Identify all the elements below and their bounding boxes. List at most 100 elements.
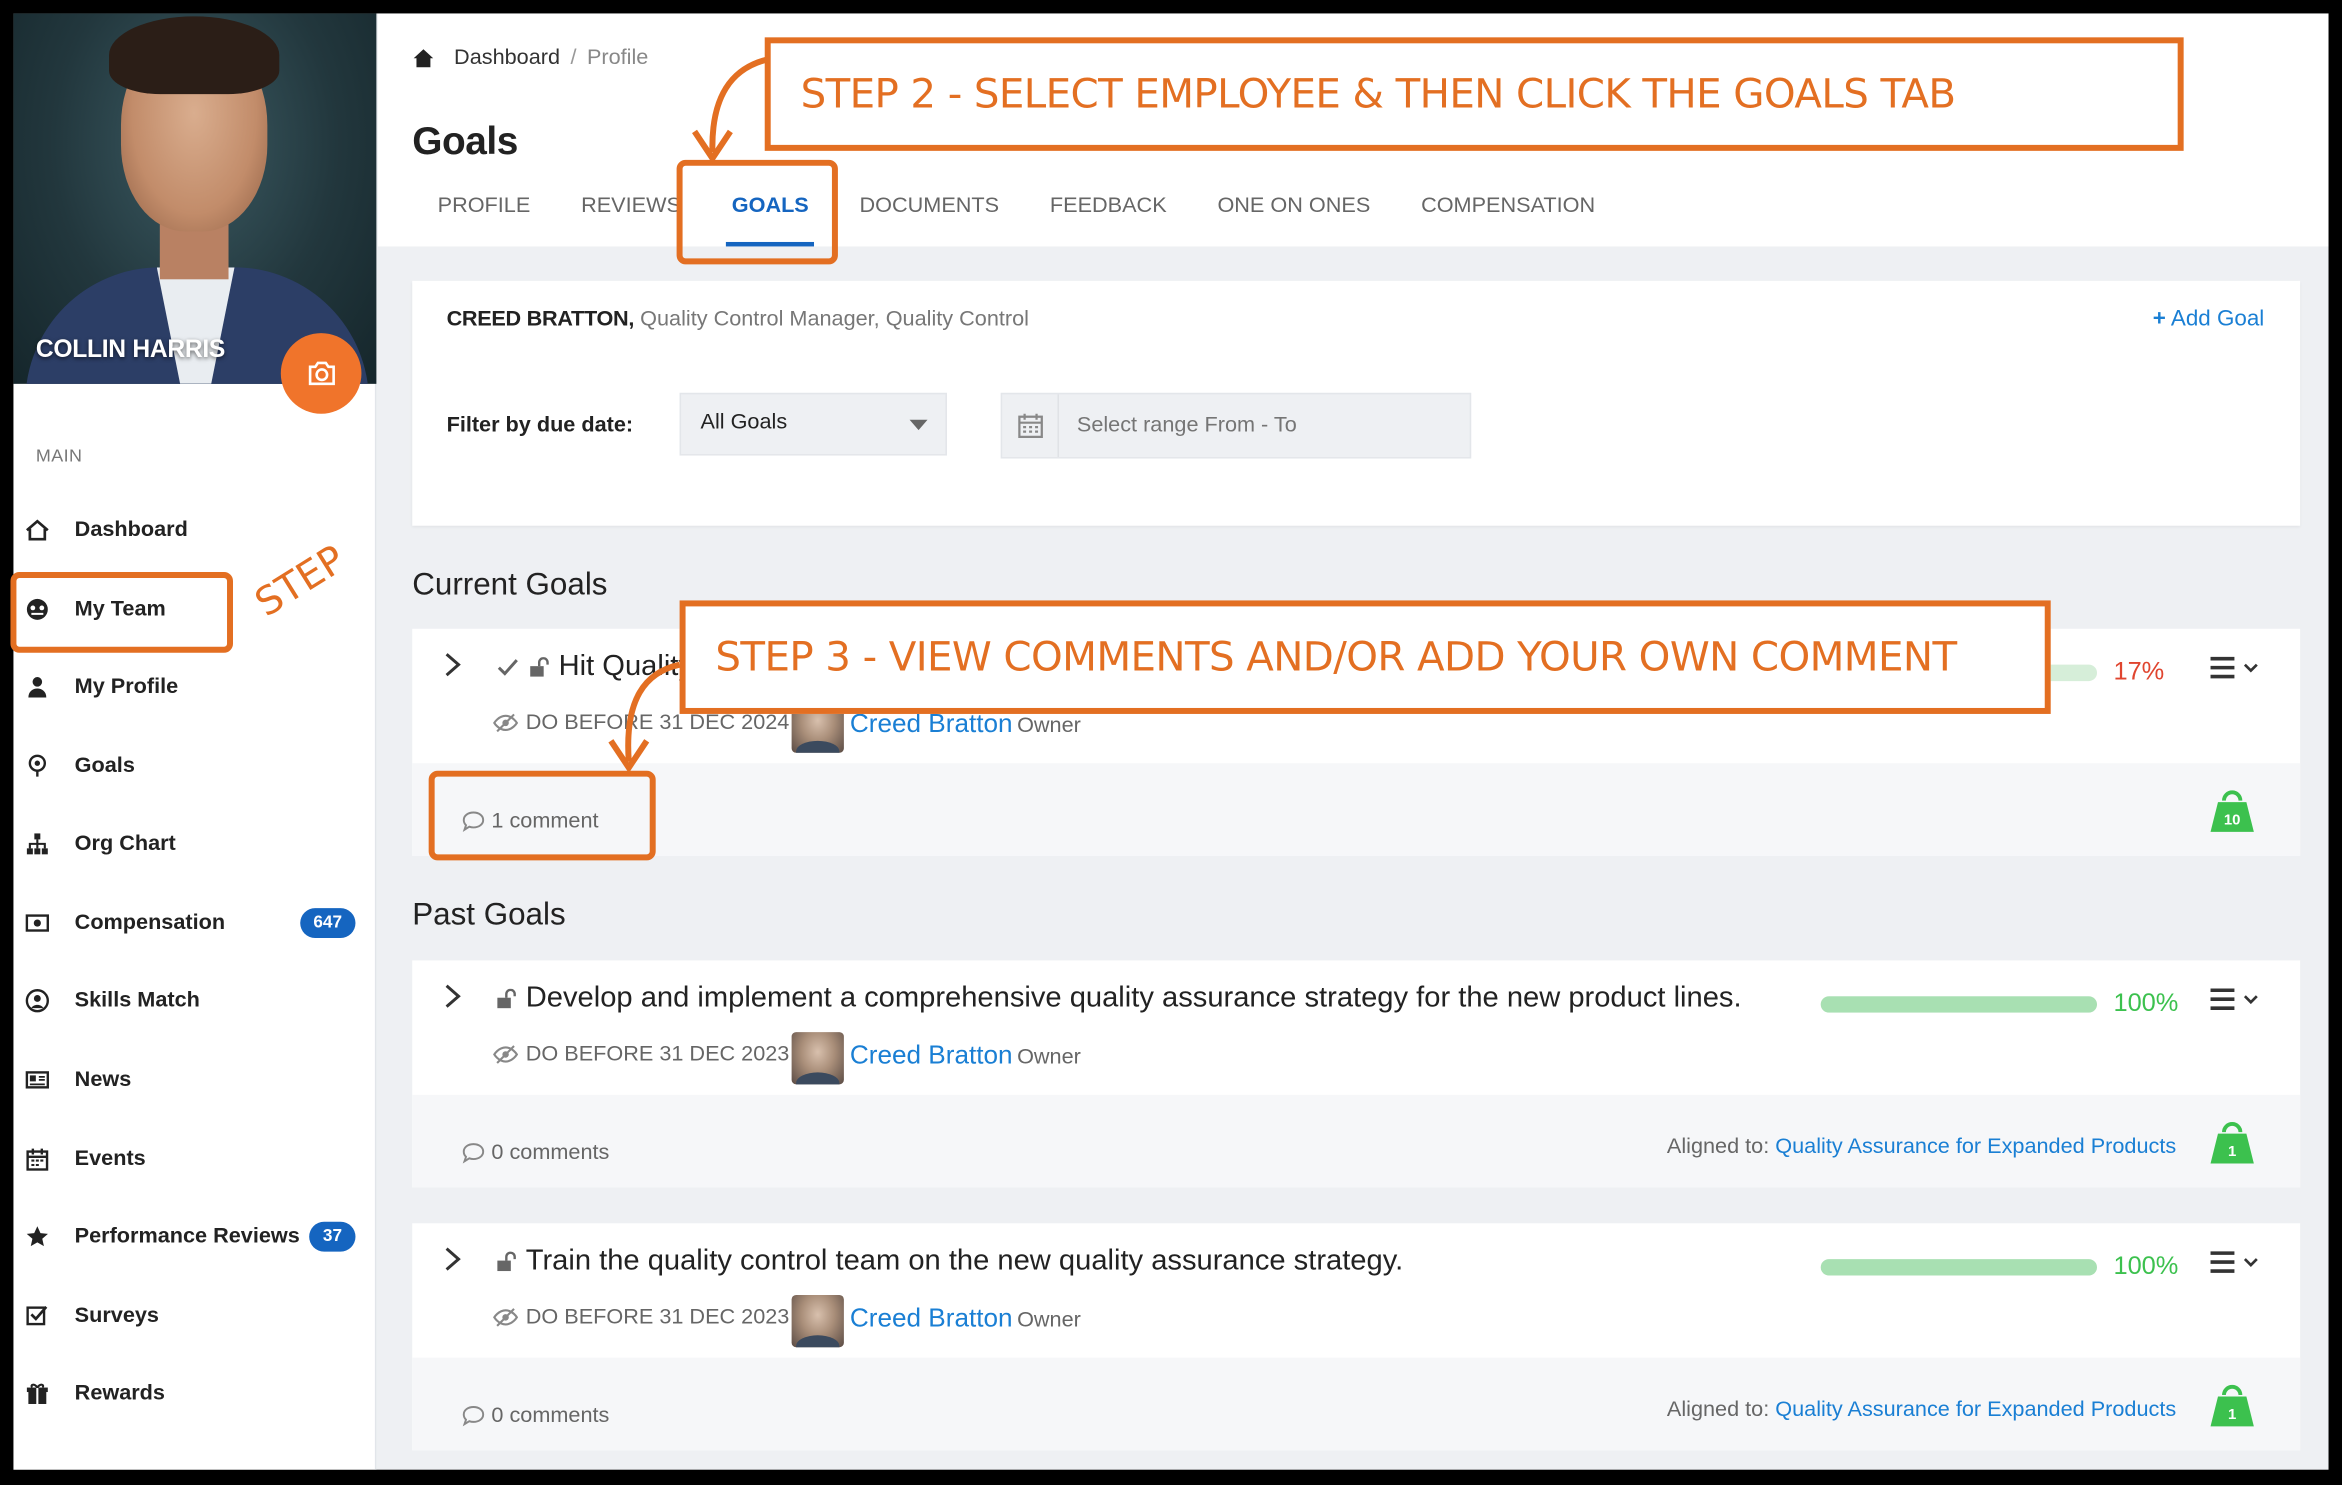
gift-icon	[22, 1379, 52, 1409]
page-title: Goals	[412, 117, 518, 163]
current-goals-heading: Current Goals	[412, 567, 608, 602]
person-icon	[22, 672, 52, 702]
hidden-eye-icon	[493, 1045, 519, 1064]
sidebar-item-skills-match[interactable]: Skills Match	[13, 968, 376, 1034]
owner-tag: Owner	[1017, 1045, 1081, 1070]
comments-link[interactable]: 0 comments	[462, 1404, 609, 1428]
breadcrumb-dashboard-link[interactable]: Dashboard	[454, 46, 560, 70]
unlock-icon	[497, 1250, 516, 1271]
sidebar: COLLIN HARRIS MAIN Dashboard My Team My …	[13, 13, 377, 1470]
employee-filter-card: CREED BRATTON, Quality Control Manager, …	[412, 280, 2301, 526]
sidebar-section-label: MAIN	[35, 445, 83, 467]
org-chart-icon	[22, 829, 52, 859]
goal-title[interactable]: Develop and implement a comprehensive qu…	[496, 981, 1742, 1015]
sidebar-item-performance-reviews[interactable]: Performance Reviews 37	[13, 1204, 376, 1270]
sidebar-item-label: Skills Match	[74, 988, 200, 1013]
goal-due-date: DO BEFORE 31 DEC 2023	[493, 1305, 789, 1329]
news-icon	[22, 1065, 52, 1095]
select-value: All Goals	[700, 410, 788, 435]
weight-icon: 1	[2209, 1119, 2255, 1165]
app-window: COLLIN HARRIS MAIN Dashboard My Team My …	[13, 13, 2329, 1470]
sidebar-item-compensation[interactable]: Compensation 647	[13, 890, 376, 956]
past-goals-heading: Past Goals	[412, 897, 566, 933]
step3-callout: STEP 3 - VIEW COMMENTS AND/OR ADD YOUR O…	[679, 600, 2051, 714]
sidebar-item-surveys[interactable]: Surveys	[13, 1283, 376, 1349]
skills-icon	[22, 986, 52, 1016]
comment-highlight	[428, 770, 656, 861]
chevron-down-icon	[909, 419, 928, 431]
star-icon	[22, 1222, 52, 1252]
aligned-label: Aligned to:	[1666, 1135, 1770, 1160]
home-icon	[22, 515, 52, 545]
hidden-eye-icon	[493, 713, 519, 733]
goal-due-date: DO BEFORE 31 DEC 2024	[493, 711, 789, 735]
target-icon	[22, 751, 52, 781]
hidden-eye-icon	[493, 1308, 519, 1327]
expand-chevron-icon[interactable]	[442, 1246, 463, 1273]
tab-bar: PROFILE REVIEWS GOALS DOCUMENTS FEEDBACK…	[438, 194, 1646, 247]
owner-avatar	[791, 1032, 844, 1085]
weight-icon: 10	[2209, 787, 2255, 833]
owner-name-link[interactable]: Creed Bratton	[850, 1302, 1013, 1332]
goal-progress-bar	[1820, 1259, 2098, 1276]
filter-label: Filter by due date:	[446, 413, 634, 438]
check-icon	[497, 658, 518, 676]
calendar-icon	[22, 1144, 52, 1174]
sidebar-item-label: Compensation	[74, 911, 226, 935]
goal-title[interactable]: Train the quality control team on the ne…	[496, 1244, 1403, 1278]
tab-profile[interactable]: PROFILE	[438, 194, 531, 246]
aligned-to: Aligned to: Quality Assurance for Expand…	[1667, 1398, 2176, 1422]
add-goal-button[interactable]: + Add Goal	[2153, 306, 2265, 331]
owner-avatar	[791, 1294, 844, 1348]
comment-icon	[462, 1143, 485, 1164]
date-range-field[interactable]	[1000, 392, 1472, 459]
main-content: Dashboard / Profile Goals PROFILE REVIEW…	[377, 13, 2329, 1469]
breadcrumb-current: Profile	[586, 46, 649, 71]
user-name: COLLIN HARRIS	[35, 336, 226, 363]
goal-progress-percent: 100%	[2113, 1251, 2179, 1281]
sidebar-item-label: My Profile	[74, 675, 179, 700]
sidebar-item-org-chart[interactable]: Org Chart	[13, 811, 376, 877]
sidebar-item-label: Org Chart	[74, 831, 176, 856]
goal-card: Train the quality control team on the ne…	[412, 1223, 2301, 1451]
aligned-goal-link[interactable]: Quality Assurance for Expanded Products	[1775, 1135, 2176, 1159]
tab-documents[interactable]: DOCUMENTS	[860, 194, 1000, 246]
goal-menu-icon[interactable]	[2209, 986, 2263, 1013]
tab-reviews[interactable]: REVIEWS	[581, 194, 681, 246]
add-goal-label: Add Goal	[2170, 306, 2265, 332]
due-date-select[interactable]: All Goals	[679, 392, 947, 456]
goal-title-text: Develop and implement a comprehensive qu…	[525, 981, 1742, 1015]
goal-title-text: Hit Quality	[558, 649, 693, 683]
expand-chevron-icon[interactable]	[442, 983, 463, 1010]
expand-chevron-icon[interactable]	[442, 651, 463, 678]
goal-owner: Creed Bratton Owner	[850, 1302, 1081, 1333]
my-team-highlight	[10, 572, 234, 653]
tab-feedback[interactable]: FEEDBACK	[1050, 194, 1167, 246]
owner-name-link[interactable]: Creed Bratton	[850, 1040, 1013, 1070]
change-photo-button[interactable]	[280, 333, 362, 414]
tab-compensation[interactable]: COMPENSATION	[1421, 194, 1595, 246]
sidebar-item-news[interactable]: News	[13, 1047, 376, 1113]
tab-one-on-ones[interactable]: ONE ON ONES	[1217, 194, 1370, 246]
employee-name: CREED BRATTON,	[446, 307, 635, 332]
goal-menu-icon[interactable]	[2209, 654, 2263, 681]
calendar-icon[interactable]	[1002, 394, 1059, 458]
sidebar-item-label: Rewards	[74, 1381, 165, 1406]
goal-title[interactable]: Hit Quality	[496, 650, 693, 684]
sidebar-item-my-profile[interactable]: My Profile	[13, 654, 376, 720]
weight-value: 1	[2228, 1143, 2236, 1160]
date-range-input[interactable]	[1058, 413, 1448, 438]
weight-value: 1	[2228, 1406, 2236, 1423]
goal-due-date: DO BEFORE 31 DEC 2023	[493, 1043, 789, 1066]
performance-reviews-badge: 37	[309, 1221, 356, 1252]
sidebar-item-events[interactable]: Events	[13, 1126, 376, 1192]
aligned-goal-link[interactable]: Quality Assurance for Expanded Products	[1775, 1398, 2176, 1422]
comments-link[interactable]: 0 comments	[462, 1141, 609, 1165]
sidebar-item-rewards[interactable]: Rewards	[13, 1361, 376, 1427]
sidebar-item-goals[interactable]: Goals	[13, 733, 376, 799]
sidebar-item-label: Performance Reviews	[74, 1224, 300, 1249]
aligned-label: Aligned to:	[1666, 1398, 1770, 1422]
home-icon	[413, 49, 434, 68]
user-photo: COLLIN HARRIS	[13, 13, 377, 384]
goal-menu-icon[interactable]	[2209, 1249, 2263, 1276]
